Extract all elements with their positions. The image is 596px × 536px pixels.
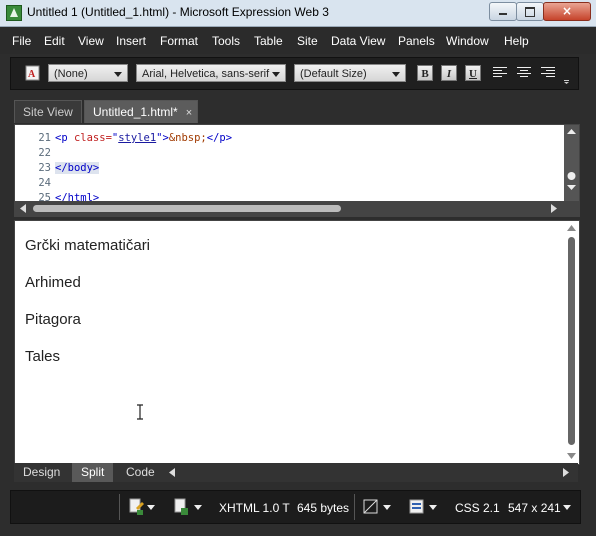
code-line: 24	[15, 176, 55, 191]
menu-data-view[interactable]: Data View	[331, 34, 385, 48]
code-tag: <p	[55, 132, 74, 144]
expression-web-icon	[6, 5, 22, 21]
code-tag: </p>	[206, 132, 233, 144]
page-edit-icon[interactable]	[128, 498, 144, 516]
scroll-arrows-icon	[567, 129, 576, 190]
status-bar: XHTML 1.0 T 645 bytes CSS 2.1 547 x 241	[10, 490, 581, 524]
css-version-status[interactable]: CSS 2.1	[455, 501, 500, 515]
bold-button[interactable]: B	[417, 65, 433, 81]
font-family-value: Arial, Helvetica, sans-serif	[142, 68, 270, 80]
chevron-down-icon[interactable]	[147, 505, 155, 510]
page-size-status[interactable]: 547 x 241	[508, 501, 561, 515]
scroll-thumb[interactable]	[33, 205, 341, 212]
maximize-button[interactable]	[516, 2, 544, 21]
menu-edit[interactable]: Edit	[44, 34, 65, 48]
maximize-icon	[525, 7, 535, 17]
scroll-left-icon[interactable]	[19, 204, 27, 213]
code-horizontal-scrollbar[interactable]	[15, 201, 579, 216]
style-value: (None)	[54, 68, 88, 80]
menu-site[interactable]: Site	[297, 34, 318, 48]
style-dropdown[interactable]: (None)	[48, 64, 128, 82]
menu-panels[interactable]: Panels	[398, 34, 435, 48]
tab-site-view[interactable]: Site View	[14, 100, 82, 123]
chevron-down-icon	[392, 72, 400, 77]
design-vertical-scrollbar[interactable]	[564, 221, 579, 464]
code-line: 23 </body>	[15, 161, 100, 176]
visual-aids-icon[interactable]	[363, 499, 379, 515]
formatting-toolbar: A (None) Arial, Helvetica, sans-serif (D…	[10, 57, 579, 90]
font-size-dropdown[interactable]: (Default Size)	[294, 64, 406, 82]
code-vertical-scrollbar[interactable]	[564, 125, 579, 201]
doctype-status[interactable]: XHTML 1.0 T	[219, 501, 290, 515]
design-heading[interactable]: Grčki matematičari	[25, 237, 150, 254]
design-paragraph[interactable]: Tales	[25, 348, 60, 365]
font-family-dropdown[interactable]: Arial, Helvetica, sans-serif	[136, 64, 286, 82]
svg-text:A: A	[28, 69, 36, 80]
tab-label: Site View	[23, 105, 73, 119]
menu-window[interactable]: Window	[446, 34, 489, 48]
line-number: 21	[38, 132, 51, 144]
menu-file[interactable]: File	[12, 34, 31, 48]
align-right-icon[interactable]	[541, 67, 555, 79]
text-cursor-icon	[137, 404, 143, 420]
align-left-icon[interactable]	[493, 67, 507, 79]
close-icon: ×	[561, 4, 573, 18]
code-tag: </body>	[55, 162, 100, 174]
toolbar-overflow-icon[interactable]	[563, 68, 571, 84]
design-view-button[interactable]: Design	[14, 463, 69, 482]
page-check-icon[interactable]	[173, 498, 189, 516]
underline-button[interactable]: U	[465, 65, 481, 81]
menu-insert[interactable]: Insert	[116, 34, 146, 48]
scroll-right-icon[interactable]	[550, 204, 558, 213]
menu-bar: File Edit View Insert Format Tools Table…	[0, 27, 596, 54]
code-view-button[interactable]: Code	[117, 463, 164, 482]
chevron-down-icon[interactable]	[563, 505, 571, 510]
view-switcher: Design Split Code	[14, 463, 578, 482]
scroll-up-icon[interactable]	[567, 224, 576, 232]
tab-untitled-1[interactable]: Untitled_1.html* ×	[84, 100, 198, 123]
scroll-thumb[interactable]	[568, 237, 575, 445]
code-line: 21 <p class="style1">&nbsp;</p>	[15, 131, 232, 146]
menu-help[interactable]: Help	[504, 34, 529, 48]
chevron-down-icon	[114, 72, 122, 77]
code-attribute: class=	[73, 132, 112, 144]
close-button[interactable]: ×	[543, 2, 591, 21]
code-attribute-value: style1	[118, 132, 157, 144]
scroll-down-icon[interactable]	[567, 452, 576, 460]
chevron-down-icon	[272, 72, 280, 77]
style-sheet-icon[interactable]	[409, 499, 425, 515]
status-divider	[354, 494, 355, 520]
font-size-value: (Default Size)	[300, 68, 367, 80]
minimize-button[interactable]	[489, 2, 517, 21]
design-paragraph[interactable]: Arhimed	[25, 274, 81, 291]
line-number: 23	[38, 162, 51, 174]
code-line: 22	[15, 146, 55, 161]
minimize-icon	[499, 13, 507, 15]
align-center-icon[interactable]	[517, 67, 531, 79]
code-entity: &nbsp;	[168, 132, 207, 144]
line-number: 22	[38, 147, 51, 159]
design-paragraph[interactable]: Pitagora	[25, 311, 81, 328]
chevron-down-icon[interactable]	[194, 505, 202, 510]
split-view-button[interactable]: Split	[72, 463, 114, 482]
style-application-icon[interactable]: A	[25, 65, 41, 81]
view-horizontal-scrollbar[interactable]	[168, 466, 578, 479]
file-size-status: 645 bytes	[297, 501, 350, 515]
menu-format[interactable]: Format	[160, 34, 198, 48]
chevron-down-icon[interactable]	[429, 505, 437, 510]
menu-view[interactable]: View	[78, 34, 104, 48]
close-icon[interactable]: ×	[186, 107, 192, 119]
tab-label: Untitled_1.html*	[93, 105, 178, 119]
status-divider	[119, 494, 120, 520]
line-number: 24	[38, 177, 51, 189]
italic-button[interactable]: I	[441, 65, 457, 81]
menu-table[interactable]: Table	[254, 34, 283, 48]
chevron-down-icon[interactable]	[383, 505, 391, 510]
title-bar: Untitled 1 (Untitled_1.html) - Microsoft…	[0, 0, 596, 27]
code-view-pane[interactable]: 21 <p class="style1">&nbsp;</p> 22 23 </bo…	[14, 124, 580, 217]
window-title: Untitled 1 (Untitled_1.html) - Microsoft…	[27, 5, 329, 19]
design-view-pane[interactable]: Grčki matematičari Arhimed Pitagora Tale…	[14, 220, 580, 465]
menu-tools[interactable]: Tools	[212, 34, 240, 48]
